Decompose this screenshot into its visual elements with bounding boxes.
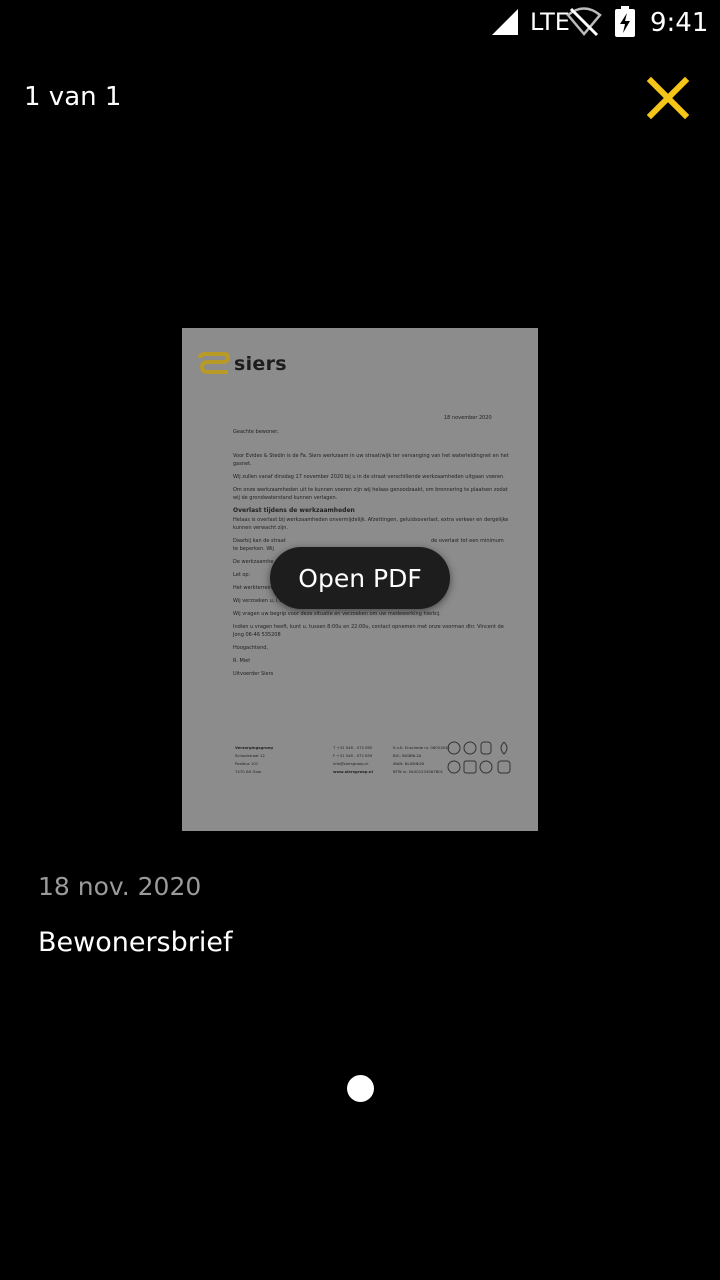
certification-icons <box>447 741 511 774</box>
letter-signer-role: Uitvoerder Siers <box>233 671 274 677</box>
footer-text: BIC: INGBNL2A <box>393 753 422 758</box>
footer-text: BTW nr. NL001234567B01 <box>393 769 444 774</box>
siers-logo-text: siers <box>234 353 287 375</box>
document-date: 18 nov. 2020 <box>38 872 202 901</box>
close-icon <box>646 76 690 120</box>
pager-dot-active[interactable] <box>347 1075 374 1102</box>
battery-charging-icon <box>615 6 635 37</box>
footer-text: F +31 546 - 572 859 <box>333 753 373 758</box>
letter-paragraph: Voor Evides & Stedin is de Fa. Siers wer… <box>233 453 509 467</box>
page-counter: 1 van 1 <box>24 82 122 112</box>
footer-text: K.v.K. Enschede nr. 06031634 <box>393 745 450 750</box>
status-bar: LTE 9:41 <box>0 0 720 48</box>
footer-text: Postbus 101 <box>235 761 259 766</box>
letter-closing: Hoogachtend, <box>233 645 269 651</box>
document-title: Bewonersbrief <box>38 927 233 958</box>
siers-logo-icon <box>198 352 230 374</box>
letter-paragraph: Wij zullen vanaf dinsdag 17 november 202… <box>233 474 505 480</box>
signal-icon <box>492 9 518 35</box>
footer-text: Schoolstraat 12 <box>235 753 265 758</box>
letter-paragraph: Om onze werkzaamheden uit te kunnen voer… <box>233 487 508 501</box>
letter-date: 18 november 2020 <box>444 415 492 421</box>
close-button[interactable] <box>640 70 696 126</box>
footer-text: T +31 546 - 572 850 <box>333 745 373 750</box>
letter-paragraph: Helaas is overlast bij werkzaamheden onv… <box>233 517 509 531</box>
footer-text: www.siersgroep.nl <box>333 769 373 774</box>
letter-line: Daarbij kan de straat <box>233 538 286 544</box>
wifi-off-icon <box>566 7 602 37</box>
letter-heading: Overlast tijdens de werkzaamheden <box>233 507 355 514</box>
letter-line: Wij vragen uw begrip voor deze situatie … <box>233 611 441 617</box>
letter-line: Indien u vragen heeft, kunt u, tussen 8:… <box>233 624 504 638</box>
open-pdf-button[interactable]: Open PDF <box>270 547 450 609</box>
letter-greeting: Geachte bewoner, <box>233 429 279 435</box>
network-type: LTE <box>530 8 570 36</box>
footer-text: IBAN: NL00INGB <box>393 761 424 766</box>
footer-text: 7470 AH Goor <box>235 769 262 774</box>
footer-text: Verzorgingsgroep <box>235 745 274 750</box>
siers-logo: siers <box>198 352 287 376</box>
letter-line: de overlast tot een minimum <box>431 538 504 544</box>
footer-text: info@siersgroep.nl <box>333 761 369 766</box>
letter-line: te beperken. Wij <box>233 546 274 552</box>
clock: 9:41 <box>650 8 709 38</box>
letter-signer: R. Miet <box>233 658 251 664</box>
